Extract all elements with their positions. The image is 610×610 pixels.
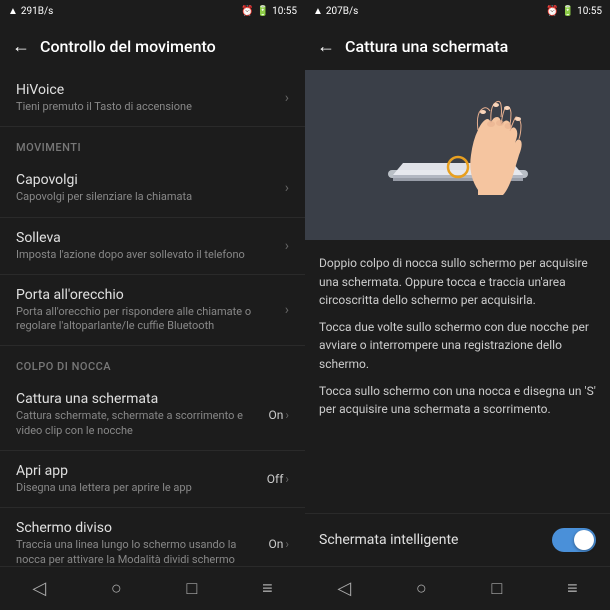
right-alarm-icon: ⏰ bbox=[546, 6, 558, 17]
apri-app-title: Apri app bbox=[16, 463, 192, 479]
right-status-left-icons: ▲ 207B/s bbox=[313, 6, 358, 17]
right-status-right-icons: ⏰ 🔋 10:55 bbox=[546, 6, 602, 17]
porta-orecchio-chevron: › bbox=[285, 302, 289, 318]
right-battery-icon: 🔋 bbox=[562, 6, 574, 17]
solleva-title: Solleva bbox=[16, 230, 245, 246]
smart-screen-label: Schermata intelligente bbox=[319, 532, 458, 548]
solleva-chevron: › bbox=[285, 238, 289, 254]
description-area: Doppio colpo di nocca sullo schermo per … bbox=[305, 240, 610, 513]
right-signal-text: 207B/s bbox=[326, 6, 358, 17]
left-page-title: Controllo del movimento bbox=[40, 37, 216, 56]
signal-text: 291B/s bbox=[21, 6, 53, 17]
battery-icon: 🔋 bbox=[257, 6, 269, 17]
alarm-icon: ⏰ bbox=[241, 6, 253, 17]
right-status-bar: ▲ 207B/s ⏰ 🔋 10:55 bbox=[305, 0, 610, 22]
description-text-2: Tocca due volte sullo schermo con due no… bbox=[319, 318, 596, 374]
hivoice-text: HiVoice Tieni premuto il Tasto di accens… bbox=[16, 82, 192, 114]
right-panel: ▲ 207B/s ⏰ 🔋 10:55 ← Cattura una scherma… bbox=[305, 0, 610, 610]
apri-app-text: Apri app Disegna una lettera per aprire … bbox=[16, 463, 192, 495]
capovolgi-text: Capovolgi Capovolgi per silenziare la ch… bbox=[16, 172, 192, 204]
porta-orecchio-title: Porta all'orecchio bbox=[16, 287, 285, 303]
schermo-diviso-text: Schermo diviso Traccia una linea lungo l… bbox=[16, 520, 269, 566]
left-nav-home[interactable]: ○ bbox=[103, 570, 130, 607]
description-text-1: Doppio colpo di nocca sullo schermo per … bbox=[319, 254, 596, 310]
right-status-icons: ⏰ 🔋 10:55 bbox=[241, 6, 297, 17]
schermo-diviso-subtitle: Traccia una linea lungo lo schermo usand… bbox=[16, 538, 269, 566]
cattura-schermata-value: On › bbox=[269, 408, 290, 422]
solleva-subtitle: Imposta l'azione dopo aver sollevato il … bbox=[16, 248, 245, 262]
right-nav-bar: ◁ ○ □ ≡ bbox=[305, 566, 610, 610]
right-page-title: Cattura una schermata bbox=[345, 37, 508, 56]
wifi-icon: ▲ bbox=[8, 6, 18, 17]
time-display: 10:55 bbox=[272, 6, 297, 17]
movimenti-section-header: MOVIMENTI bbox=[0, 127, 305, 160]
capovolgi-item[interactable]: Capovolgi Capovolgi per silenziare la ch… bbox=[0, 160, 305, 217]
schermo-diviso-title: Schermo diviso bbox=[16, 520, 269, 536]
right-nav-menu[interactable]: ≡ bbox=[559, 570, 586, 607]
porta-orecchio-subtitle: Porta all'orecchio per rispondere alle c… bbox=[16, 305, 285, 334]
porta-orecchio-text: Porta all'orecchio Porta all'orecchio pe… bbox=[16, 287, 285, 334]
schermo-diviso-value: On › bbox=[269, 537, 290, 551]
capovolgi-subtitle: Capovolgi per silenziare la chiamata bbox=[16, 190, 192, 204]
hivoice-subtitle: Tieni premuto il Tasto di accensione bbox=[16, 100, 192, 114]
right-nav-home[interactable]: ○ bbox=[408, 570, 435, 607]
right-back-button[interactable]: ← bbox=[317, 36, 335, 57]
capovolgi-title: Capovolgi bbox=[16, 172, 192, 188]
right-time-display: 10:55 bbox=[577, 6, 602, 17]
cattura-schermata-text: Cattura una schermata Cattura schermate,… bbox=[16, 391, 269, 438]
left-scroll-content: HiVoice Tieni premuto il Tasto di accens… bbox=[0, 70, 305, 566]
left-nav-menu[interactable]: ≡ bbox=[254, 570, 281, 607]
hivoice-chevron: › bbox=[285, 90, 289, 106]
apri-app-subtitle: Disegna una lettera per aprire le app bbox=[16, 481, 192, 495]
right-nav-back[interactable]: ◁ bbox=[329, 570, 359, 607]
nocka-section-header: COLPO DI NOCCA bbox=[0, 346, 305, 379]
left-status-icons: ▲ 291B/s bbox=[8, 6, 53, 17]
cattura-schermata-item[interactable]: Cattura una schermata Cattura schermate,… bbox=[0, 379, 305, 451]
left-nav-bar: ◁ ○ □ ≡ bbox=[0, 566, 305, 610]
hivoice-item[interactable]: HiVoice Tieni premuto il Tasto di accens… bbox=[0, 70, 305, 127]
illustration-area bbox=[305, 70, 610, 240]
apri-app-value: Off › bbox=[267, 472, 289, 486]
right-header: ← Cattura una schermata bbox=[305, 22, 610, 70]
right-wifi-icon: ▲ bbox=[313, 6, 323, 17]
left-header: ← Controllo del movimento bbox=[0, 22, 305, 70]
smart-screen-toggle[interactable] bbox=[552, 528, 596, 552]
solleva-item[interactable]: Solleva Imposta l'azione dopo aver solle… bbox=[0, 218, 305, 275]
capovolgi-chevron: › bbox=[285, 180, 289, 196]
description-text-3: Tocca sullo schermo con una nocca e dise… bbox=[319, 382, 596, 419]
cattura-schermata-title: Cattura una schermata bbox=[16, 391, 269, 407]
schermo-diviso-item[interactable]: Schermo diviso Traccia una linea lungo l… bbox=[0, 508, 305, 566]
left-back-button[interactable]: ← bbox=[12, 36, 30, 57]
porta-orecchio-item[interactable]: Porta all'orecchio Porta all'orecchio pe… bbox=[0, 275, 305, 347]
knuckle-tap-illustration bbox=[358, 85, 558, 225]
left-nav-back[interactable]: ◁ bbox=[24, 570, 54, 607]
left-panel: ▲ 291B/s ⏰ 🔋 10:55 ← Controllo del movim… bbox=[0, 0, 305, 610]
solleva-text: Solleva Imposta l'azione dopo aver solle… bbox=[16, 230, 245, 262]
cattura-schermata-subtitle: Cattura schermate, schermate a scorrimen… bbox=[16, 409, 269, 438]
right-nav-recents[interactable]: □ bbox=[484, 570, 511, 607]
smart-screen-row[interactable]: Schermata intelligente bbox=[305, 513, 610, 566]
hivoice-title: HiVoice bbox=[16, 82, 192, 98]
apri-app-item[interactable]: Apri app Disegna una lettera per aprire … bbox=[0, 451, 305, 508]
left-status-bar: ▲ 291B/s ⏰ 🔋 10:55 bbox=[0, 0, 305, 22]
left-nav-recents[interactable]: □ bbox=[179, 570, 206, 607]
